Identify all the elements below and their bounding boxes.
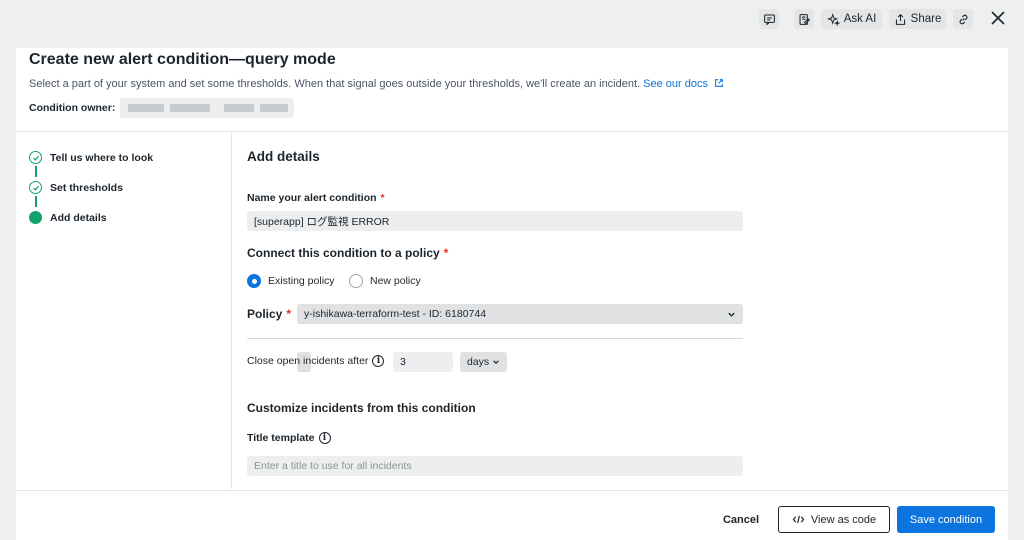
cancel-button[interactable]: Cancel	[712, 506, 770, 533]
comment-icon	[763, 14, 775, 26]
chevron-down-icon	[728, 312, 735, 317]
policy-select[interactable]: y-ishikawa-terraform-test - ID: 6180744	[297, 304, 743, 324]
condition-owner-label: Condition owner:	[29, 102, 116, 114]
condition-name-input[interactable]: [superapp] ログ監視 ERROR	[247, 211, 743, 231]
required-mark: *	[443, 246, 449, 260]
step-set-thresholds[interactable]: Set thresholds	[29, 181, 123, 194]
step-connector	[35, 166, 37, 177]
panel-footer: Cancel View as code Save condition	[16, 490, 1008, 540]
steps-sidebar: Tell us where to look Set thresholds Add…	[16, 133, 232, 489]
name-field-label: Name your alert condition *	[247, 192, 385, 204]
alert-condition-panel: Create new alert condition—query mode Se…	[16, 48, 1008, 540]
page-subtitle: Select a part of your system and set som…	[29, 78, 724, 90]
save-condition-button[interactable]: Save condition	[897, 506, 995, 533]
step-label: Tell us where to look	[50, 151, 154, 164]
radio-unchecked-icon	[349, 274, 363, 288]
radio-existing-label: Existing policy	[268, 275, 335, 287]
close-unit-select[interactable]: days	[460, 352, 507, 372]
title-template-label: Title template i	[247, 432, 331, 444]
top-toolbar: Ask AI Share	[0, 0, 1024, 44]
code-icon	[792, 515, 805, 524]
feedback-button[interactable]	[759, 9, 779, 29]
policy-select-value: y-ishikawa-terraform-test - ID: 6180744	[304, 308, 487, 320]
radio-checked-icon	[247, 274, 261, 288]
check-circle-icon	[29, 181, 42, 194]
share-label: Share	[910, 13, 942, 25]
external-link-icon	[715, 79, 723, 87]
check-circle-icon	[29, 151, 42, 164]
title-template-input[interactable]: Enter a title to use for all incidents	[247, 456, 743, 476]
docs-link[interactable]: See our docs	[643, 78, 724, 90]
view-as-code-label: View as code	[810, 513, 877, 526]
customize-section-title: Customize incidents from this condition	[247, 401, 476, 415]
step-label: Add details	[50, 211, 107, 224]
required-mark: *	[286, 307, 292, 321]
link-icon	[959, 14, 967, 24]
section-title: Add details	[247, 149, 320, 164]
radio-existing-policy[interactable]: Existing policy	[247, 274, 335, 288]
info-icon[interactable]: i	[372, 355, 385, 367]
document-edit-icon	[799, 13, 810, 25]
share-button[interactable]: Share	[889, 9, 946, 29]
chevron-down-icon	[493, 360, 499, 365]
step-tell-us-where[interactable]: Tell us where to look	[29, 151, 153, 164]
policy-section-title: Connect this condition to a policy *	[247, 246, 449, 260]
page-title: Create new alert condition—query mode	[29, 51, 336, 68]
close-button[interactable]	[988, 8, 1008, 28]
share-icon	[895, 13, 905, 25]
notes-button[interactable]	[794, 9, 814, 29]
required-mark: *	[380, 192, 385, 204]
active-step-icon	[29, 211, 42, 224]
policy-label: Policy *	[247, 307, 292, 321]
step-label: Set thresholds	[50, 181, 123, 194]
view-as-code-button[interactable]: View as code	[778, 506, 890, 533]
panel-header: Create new alert condition—query mode Se…	[16, 48, 1008, 132]
close-after-input[interactable]: 3	[393, 352, 453, 372]
close-unit-value: days	[467, 356, 490, 368]
close-icon	[991, 11, 1005, 25]
step-connector	[35, 196, 37, 207]
condition-owner-value	[120, 98, 294, 118]
ask-ai-label: Ask AI	[843, 13, 877, 25]
radio-new-policy[interactable]: New policy	[349, 274, 421, 288]
ask-ai-button[interactable]: Ask AI	[821, 9, 882, 29]
radio-new-label: New policy	[370, 275, 421, 287]
subtitle-text: Select a part of your system and set som…	[29, 78, 641, 90]
details-form: Add details Name your alert condition * […	[233, 133, 1008, 489]
step-add-details[interactable]: Add details	[29, 211, 107, 224]
form-divider	[247, 338, 743, 339]
info-icon[interactable]: i	[318, 432, 331, 444]
sparkle-icon	[826, 12, 840, 26]
copy-link-button[interactable]	[953, 9, 973, 29]
close-incidents-label: Close open incidents after i	[247, 355, 385, 367]
